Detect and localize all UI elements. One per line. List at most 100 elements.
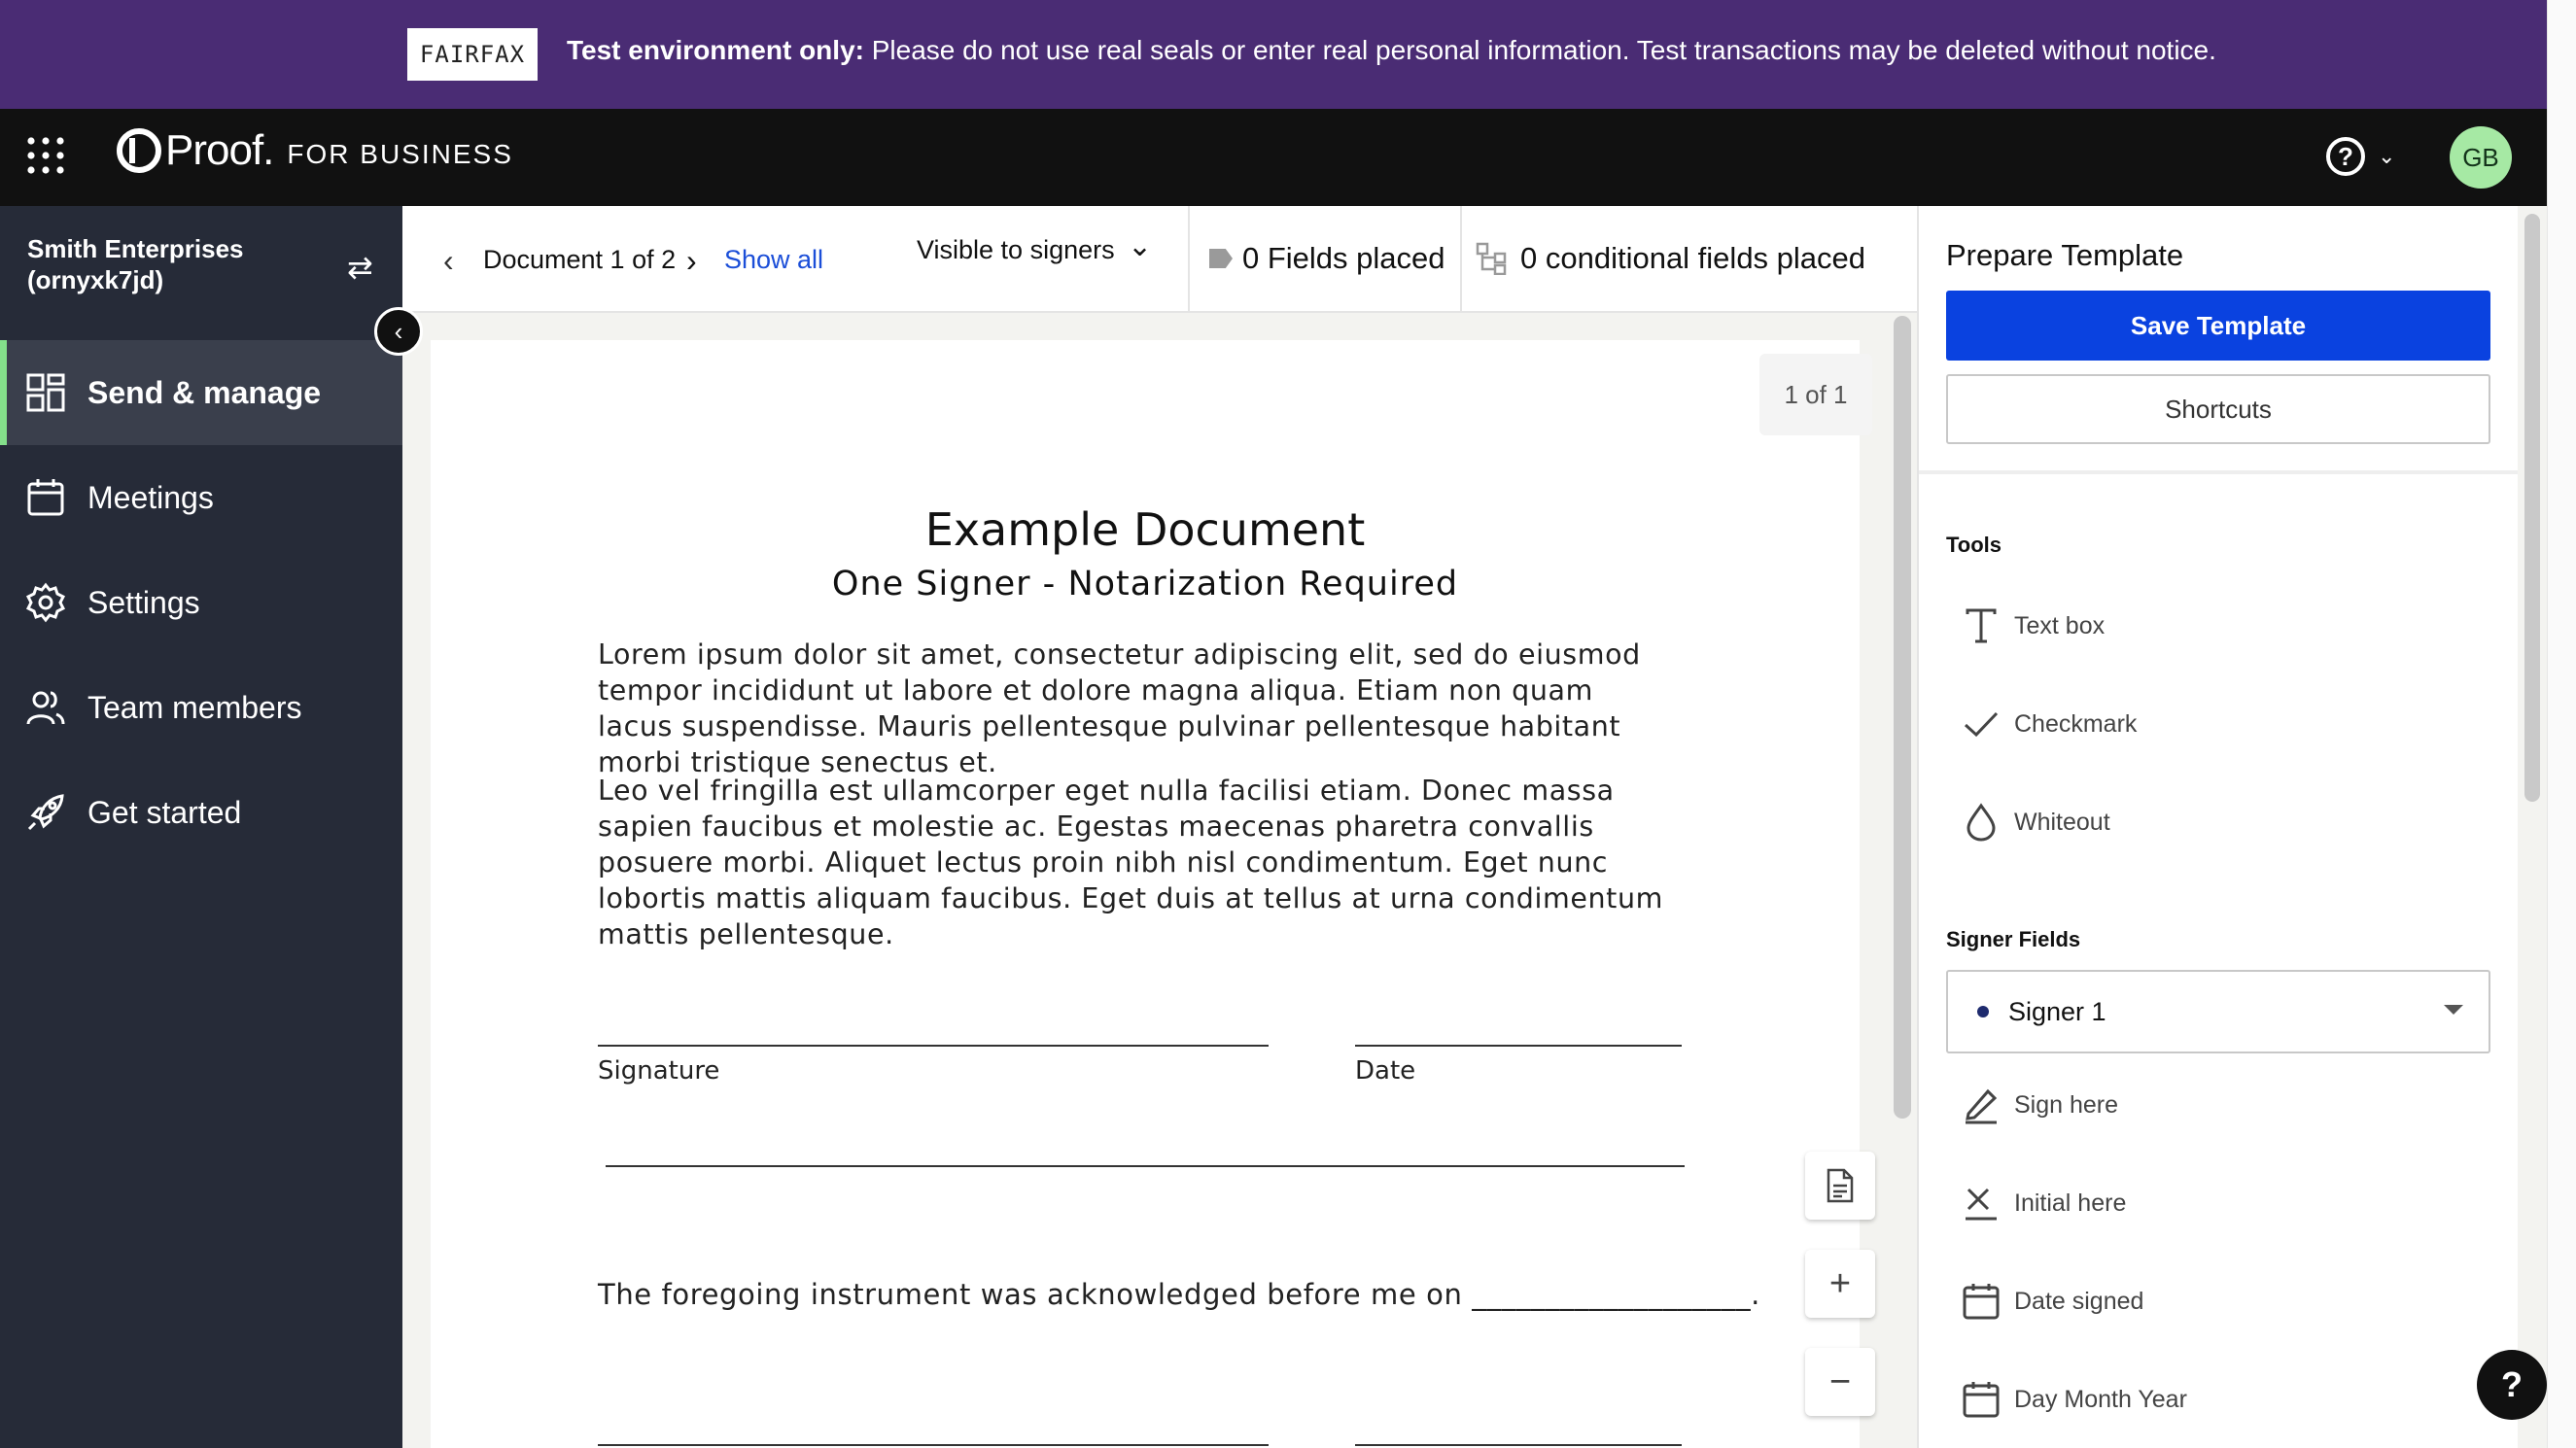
panel-separator bbox=[1919, 470, 2518, 474]
sidebar-item-label: Get started bbox=[87, 794, 242, 830]
date-line bbox=[1355, 1045, 1682, 1047]
checkmark-icon bbox=[1964, 711, 1999, 738]
sidebar-item-label: Team members bbox=[87, 689, 302, 725]
org-name-text: Smith Enterprises bbox=[27, 234, 244, 263]
droplet-icon bbox=[1967, 803, 1996, 842]
app-grid-icon[interactable] bbox=[26, 136, 65, 175]
document-icon bbox=[1827, 1168, 1854, 1203]
panel-title: Prepare Template bbox=[1946, 238, 2184, 272]
sidebar-item-get-started[interactable]: Get started bbox=[0, 760, 402, 865]
plus-icon: + bbox=[1828, 1262, 1852, 1304]
conditional-fields-text: 0 conditional fields placed bbox=[1520, 241, 1866, 275]
calendar-icon bbox=[27, 479, 64, 516]
organization-name: Smith Enterprises (ornyxk7jd) bbox=[27, 233, 244, 295]
sidebar-item-meetings[interactable]: Meetings bbox=[0, 445, 402, 550]
gear-icon bbox=[25, 582, 66, 623]
save-template-button[interactable]: Save Template bbox=[1946, 291, 2490, 361]
sidebar-item-label: Meetings bbox=[87, 479, 214, 515]
tool-whiteout[interactable]: Whiteout bbox=[1962, 793, 2110, 851]
tools-heading: Tools bbox=[1946, 533, 2002, 557]
pen-icon bbox=[1966, 1088, 1998, 1124]
acknowledgement-text: The foregoing instrument was acknowledge… bbox=[598, 1278, 1760, 1311]
tool-label: Text box bbox=[2014, 611, 2106, 639]
zoom-out-button[interactable]: − bbox=[1805, 1348, 1875, 1416]
switch-organization-icon[interactable]: ⇄ bbox=[347, 249, 373, 286]
tool-label: Whiteout bbox=[2014, 808, 2110, 836]
help-icon[interactable]: ? bbox=[2326, 137, 2365, 176]
user-avatar[interactable]: GB bbox=[2450, 126, 2512, 189]
caret-down-icon bbox=[2444, 1005, 2463, 1015]
page-scrollbar-track[interactable] bbox=[2547, 0, 2576, 1448]
date-label: Date bbox=[1355, 1056, 1416, 1086]
sidebar-item-team-members[interactable]: Team members bbox=[0, 655, 402, 760]
sidebar-item-label: Send & manage bbox=[87, 374, 322, 410]
next-document-icon[interactable]: › bbox=[686, 243, 697, 279]
calendar-icon bbox=[1963, 1382, 2000, 1418]
help-chat-icon[interactable]: ? bbox=[2477, 1350, 2547, 1420]
date-line bbox=[1355, 1444, 1682, 1446]
calendar-icon bbox=[1963, 1284, 2000, 1320]
rocket-icon bbox=[27, 794, 64, 831]
signature-line bbox=[598, 1045, 1269, 1047]
minus-icon: − bbox=[1828, 1361, 1852, 1402]
fields-placed-indicator: 0 Fields placed bbox=[1209, 241, 1445, 276]
conditional-fields-indicator: 0 conditional fields placed bbox=[1476, 241, 1865, 276]
text-icon bbox=[1966, 608, 1997, 643]
sidebar-item-send-manage[interactable]: Send & manage bbox=[0, 340, 402, 445]
toolbar-divider bbox=[1188, 206, 1190, 313]
signer-select-value: Signer 1 bbox=[2008, 996, 2106, 1026]
document-paragraph: Leo vel fringilla est ullamcorper eget n… bbox=[598, 775, 1663, 950]
chevron-down-icon[interactable]: ⌄ bbox=[2378, 144, 2395, 169]
document-scrollbar[interactable] bbox=[1894, 316, 1911, 1119]
proof-logo[interactable]: Proof. FOR BUSINESS bbox=[117, 126, 513, 175]
signer-color-dot bbox=[1977, 1006, 1989, 1017]
field-label: Day Month Year bbox=[2014, 1385, 2187, 1413]
banner-bold-text: Test environment only: bbox=[567, 35, 864, 65]
brand-name: Proof. bbox=[165, 126, 274, 174]
toolbar-divider bbox=[1460, 206, 1462, 313]
field-initial-here[interactable]: Initial here bbox=[1962, 1174, 2126, 1232]
field-day-month-year[interactable]: Day Month Year bbox=[1962, 1370, 2187, 1429]
previous-document-icon[interactable]: ‹ bbox=[443, 243, 454, 279]
field-sign-here[interactable]: Sign here bbox=[1962, 1076, 2118, 1134]
fields-placed-text: 0 Fields placed bbox=[1242, 241, 1445, 275]
sidebar-item-label: Settings bbox=[87, 584, 200, 620]
tool-text-box[interactable]: Text box bbox=[1962, 597, 2105, 655]
field-label: Initial here bbox=[2014, 1189, 2127, 1217]
initial-x-icon bbox=[1966, 1188, 1997, 1221]
banner-body-text: Please do not use real seals or enter re… bbox=[863, 35, 2216, 65]
panel-scrollbar[interactable] bbox=[2524, 214, 2540, 802]
grid-dashboard-icon bbox=[26, 373, 65, 412]
collapse-sidebar-button[interactable]: ‹ bbox=[374, 307, 423, 356]
chevron-down-icon[interactable]: ⌄ bbox=[1128, 229, 1152, 263]
signer-fields-heading: Signer Fields bbox=[1946, 927, 2081, 951]
signature-line bbox=[598, 1444, 1269, 1446]
blank-line bbox=[606, 1165, 1685, 1167]
page-count-badge: 1 of 1 bbox=[1759, 354, 1872, 435]
org-id-text: (ornyxk7jd) bbox=[27, 265, 164, 294]
banner-message: Test environment only: Please do not use… bbox=[567, 35, 2216, 66]
field-label: Sign here bbox=[2014, 1090, 2119, 1119]
brand-subtitle: FOR BUSINESS bbox=[287, 139, 513, 169]
signature-label: Signature bbox=[598, 1056, 720, 1086]
zoom-in-button[interactable]: + bbox=[1805, 1250, 1875, 1318]
visibility-dropdown-label[interactable]: Visible to signers bbox=[917, 235, 1115, 265]
document-subtitle: One Signer - Notarization Required bbox=[831, 565, 1459, 603]
sidebar-item-settings[interactable]: Settings bbox=[0, 550, 402, 655]
field-date-signed[interactable]: Date signed bbox=[1962, 1272, 2143, 1330]
field-label: Date signed bbox=[2014, 1287, 2144, 1315]
test-environment-banner: FAIRFAX Test environment only: Please do… bbox=[0, 0, 2576, 109]
show-all-link[interactable]: Show all bbox=[724, 245, 823, 275]
shortcuts-button[interactable]: Shortcuts bbox=[1946, 374, 2490, 444]
document-paragraph: Lorem ipsum dolor sit amet, consectetur … bbox=[598, 638, 1641, 778]
hierarchy-icon bbox=[1476, 242, 1507, 275]
tool-checkmark[interactable]: Checkmark bbox=[1962, 695, 2137, 753]
team-icon bbox=[26, 691, 65, 725]
proof-mark-icon bbox=[117, 128, 161, 173]
signer-select[interactable]: Signer 1 bbox=[1946, 970, 2490, 1053]
document-indicator: Document 1 of 2 bbox=[483, 245, 677, 274]
tool-label: Checkmark bbox=[2014, 709, 2138, 738]
tag-icon bbox=[1209, 249, 1233, 268]
fairfax-logo: FAIRFAX bbox=[407, 28, 538, 81]
document-outline-button[interactable] bbox=[1805, 1152, 1875, 1220]
